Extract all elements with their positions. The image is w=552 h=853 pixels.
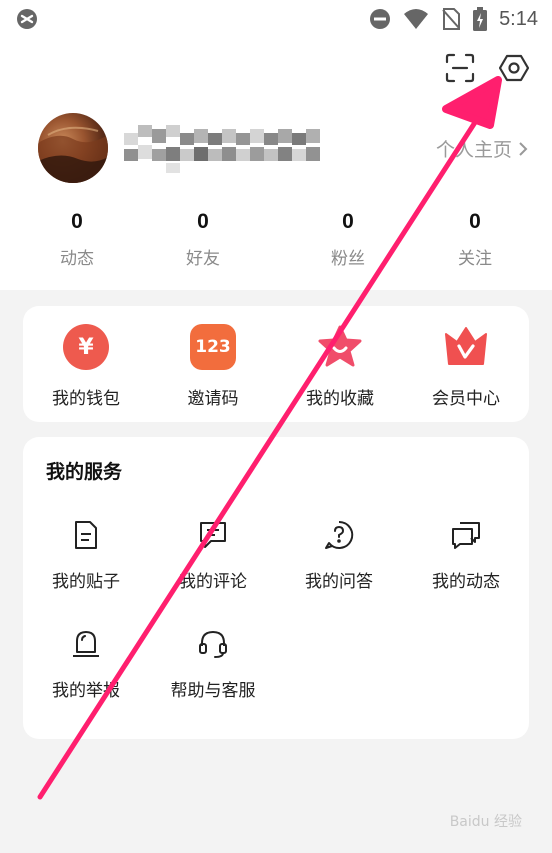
watermark: Baidu 经验 [449, 814, 522, 830]
service-label: 我的问答 [305, 572, 373, 592]
crown-icon [445, 327, 487, 365]
homepage-link[interactable]: 个人主页 [436, 135, 528, 162]
stat-label: 动态 [60, 249, 94, 269]
yuan-icon: ¥ [63, 324, 109, 370]
status-time: 5:14 [499, 7, 538, 30]
stat-following[interactable]: 0 关注 [430, 208, 520, 269]
my-activity-button[interactable]: 我的动态 [406, 519, 526, 592]
code-123-icon: 123 [190, 324, 236, 370]
service-label: 帮助与客服 [170, 681, 256, 701]
services-card: 我的服务 我的贴子 我的评论 我的问答 我的动态 我的举报 帮助与客服 [23, 437, 529, 739]
stat-friends[interactable]: 0 好友 [158, 208, 248, 269]
stat-posts[interactable]: 0 动态 [32, 208, 122, 269]
service-label: 我的动态 [432, 572, 500, 592]
my-qa-button[interactable]: 我的问答 [279, 519, 399, 592]
username-pixelated [124, 125, 320, 173]
document-icon [75, 521, 97, 549]
my-comments-button[interactable]: 我的评论 [153, 519, 273, 592]
app-logo-icon [17, 9, 37, 29]
no-sim-icon [442, 8, 461, 30]
service-label: 我的贴子 [52, 572, 120, 592]
do-not-disturb-icon [370, 9, 391, 29]
headset-icon [199, 631, 227, 658]
homepage-label: 个人主页 [435, 139, 512, 161]
stat-label: 好友 [186, 249, 220, 269]
settings-hexagon-icon [499, 54, 529, 82]
header-actions [444, 52, 530, 84]
my-reports-button[interactable]: 我的举报 [26, 628, 146, 701]
scan-icon [445, 53, 475, 83]
battery-charging-icon [473, 7, 488, 31]
quick-label: 我的收藏 [306, 389, 374, 409]
avatar[interactable] [38, 113, 108, 183]
quick-label: 邀请码 [187, 389, 239, 409]
quick-label: 我的钱包 [52, 389, 120, 409]
favorites-button[interactable]: 我的收藏 [285, 324, 395, 409]
invite-code-button[interactable]: 123 邀请码 [158, 324, 268, 409]
service-label: 我的评论 [179, 572, 247, 592]
quick-actions-card: ¥ 我的钱包 123 邀请码 我的收藏 会员中心 [23, 306, 529, 422]
stat-value: 0 [469, 210, 481, 233]
settings-button[interactable] [498, 52, 530, 84]
alarm-icon [73, 631, 99, 657]
stat-fans[interactable]: 0 粉丝 [303, 208, 393, 269]
avatar-image [38, 126, 108, 183]
scan-button[interactable] [444, 52, 476, 84]
membership-button[interactable]: 会员中心 [411, 324, 521, 409]
chevron-right-icon [519, 141, 528, 156]
stat-value: 0 [71, 210, 83, 233]
wifi-icon [404, 9, 429, 29]
stat-label: 粉丝 [331, 249, 365, 269]
stat-label: 关注 [458, 249, 492, 269]
status-bar: 5:14 [0, 0, 552, 38]
stats-row: 0 动态 0 好友 0 粉丝 0 关注 [0, 208, 552, 274]
help-support-button[interactable]: 帮助与客服 [153, 628, 273, 701]
wallet-button[interactable]: ¥ 我的钱包 [31, 324, 141, 409]
quick-label: 会员中心 [432, 389, 500, 409]
profile-row[interactable]: 个人主页 [38, 113, 528, 183]
stat-value: 0 [197, 210, 209, 233]
service-label: 我的举报 [52, 681, 120, 701]
services-title: 我的服务 [46, 461, 123, 483]
question-icon [325, 520, 354, 549]
my-posts-button[interactable]: 我的贴子 [26, 519, 146, 592]
stat-value: 0 [342, 210, 354, 233]
comment-icon [200, 522, 226, 548]
star-icon [318, 325, 362, 367]
chat-bubbles-icon [452, 522, 480, 549]
